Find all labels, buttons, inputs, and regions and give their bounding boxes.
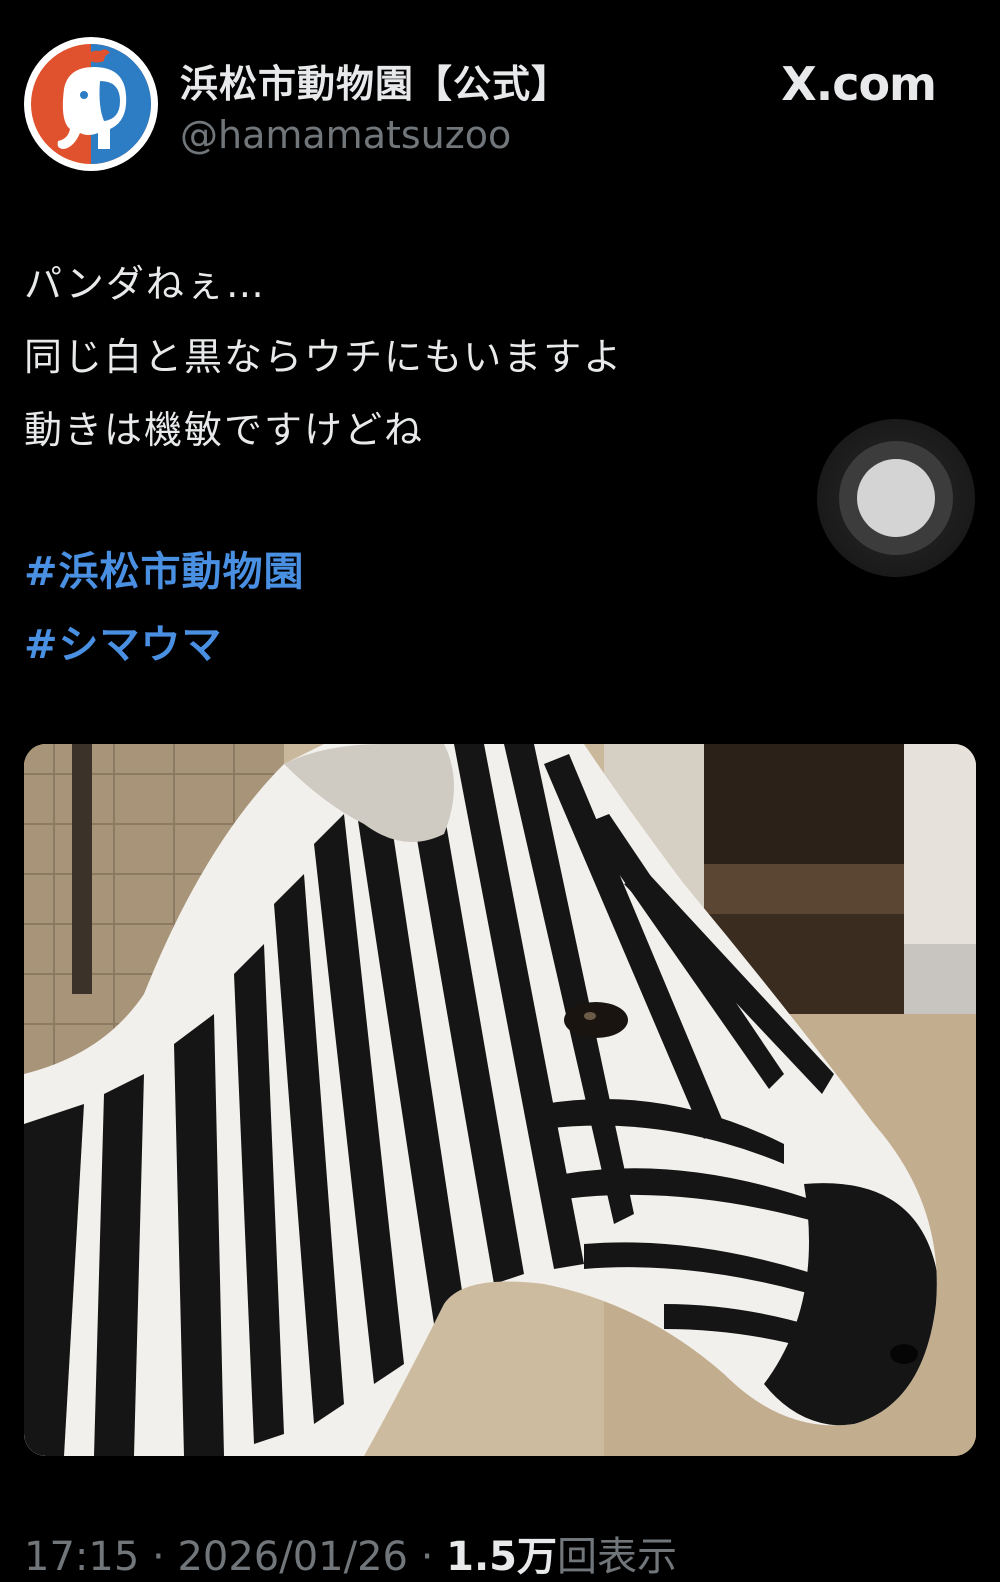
meta-separator: · (407, 1534, 447, 1580)
post-line: 同じ白と黒ならウチにもいますよ (24, 335, 624, 379)
account-handle[interactable]: @hamamatsuzoo (180, 113, 511, 157)
post-time[interactable]: 17:15 (24, 1534, 139, 1580)
hashtag-link[interactable]: #浜松市動物園 (24, 536, 305, 609)
elephant-logo-icon (25, 38, 157, 170)
post-line: パンダねぇ… (24, 262, 266, 306)
assistive-touch-button[interactable] (817, 419, 975, 577)
zebra-photo (24, 744, 976, 1456)
post-line: 動きは機敏ですけどね (24, 408, 425, 452)
account-name[interactable]: 浜松市動物園【公式】 (180, 53, 570, 108)
post-header: 浜松市動物園【公式】 @hamamatsuzoo X.com (24, 37, 976, 173)
hashtag-list: #浜松市動物園 #シマウマ (24, 536, 305, 682)
views-count: 1.5万 (446, 1534, 557, 1580)
site-label: X.com (781, 57, 937, 111)
hashtag-link[interactable]: #シマウマ (24, 609, 305, 682)
post-text: パンダねぇ… 同じ白と黒ならウチにもいますよ 動きは機敏ですけどね (24, 248, 884, 467)
assistive-touch-core (857, 459, 935, 537)
meta-separator: · (139, 1534, 178, 1580)
avatar[interactable] (24, 37, 158, 171)
post-meta: 17:15 · 2026/01/26 · 1.5万回表示 (24, 1524, 677, 1582)
post-date[interactable]: 2026/01/26 (177, 1534, 408, 1580)
views-label: 回表示 (557, 1534, 677, 1580)
post-photo[interactable] (24, 744, 976, 1456)
assistive-touch-ring (839, 441, 953, 555)
